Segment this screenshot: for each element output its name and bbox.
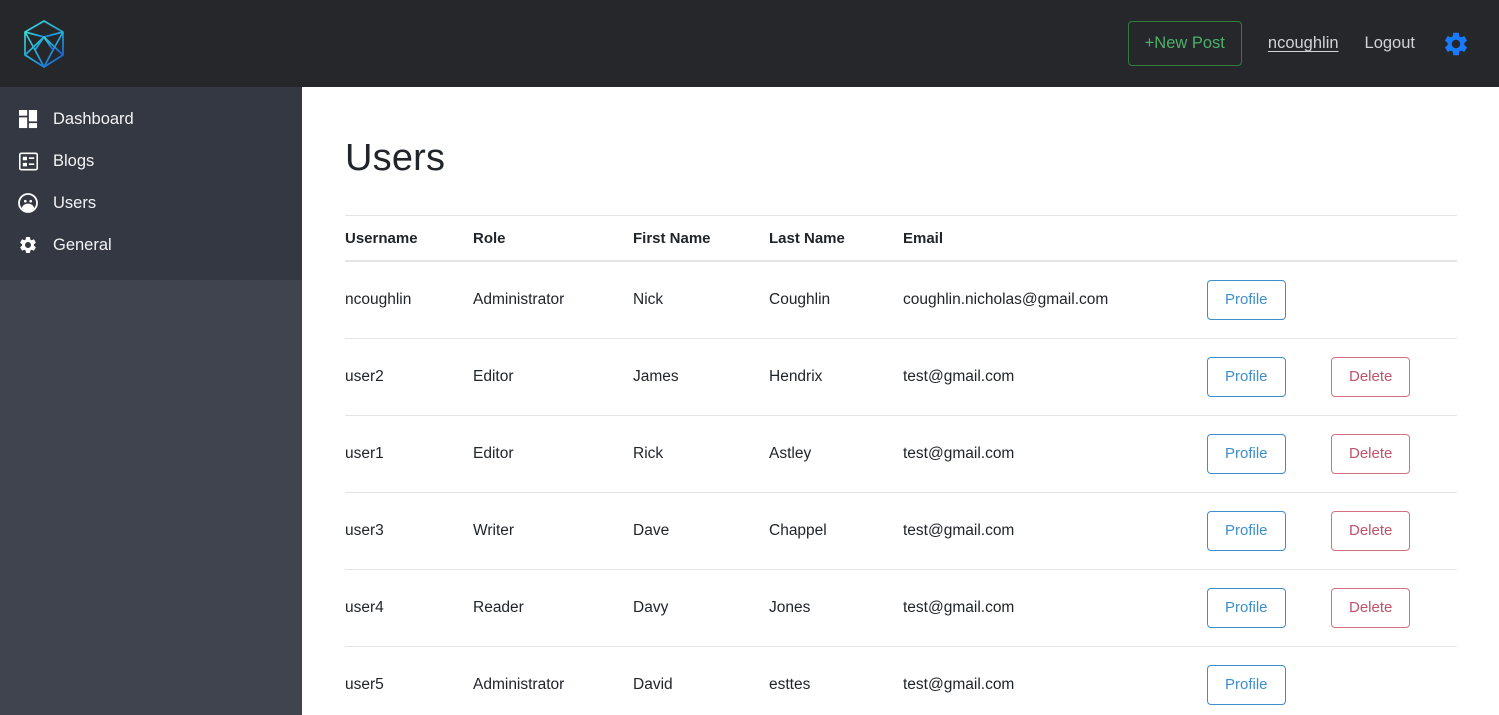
cell-first-name: David (633, 676, 673, 693)
cell-role: Editor (473, 338, 633, 416)
gear-icon (1445, 32, 1467, 55)
profile-button[interactable]: Profile (1207, 357, 1286, 397)
cell-first-name: Nick (633, 261, 769, 339)
logout-link[interactable]: Logout (1365, 34, 1415, 53)
sidebar: Dashboard Blogs Users General (0, 87, 302, 715)
sidebar-item-users[interactable]: Users (0, 182, 302, 224)
cell-username: user4 (345, 569, 473, 647)
cell-delete-action: Delete (1331, 415, 1457, 493)
sidebar-nav-list: Dashboard Blogs Users General (0, 87, 302, 280)
cell-role: Administrator (473, 261, 633, 339)
cell-last-name: Jones (769, 569, 903, 647)
cell-first-name: Dave (633, 492, 769, 570)
cell-email: test@gmail.com (903, 492, 1207, 570)
users-table-container: Username Role First Name Last Name Email… (345, 215, 1457, 715)
sidebar-item-label: Users (53, 193, 97, 212)
sidebar-item-general[interactable]: General (0, 224, 302, 266)
column-header-role: Role (473, 215, 633, 262)
cell-last-name: Chappel (769, 492, 903, 570)
delete-button[interactable]: Delete (1331, 588, 1411, 628)
column-header-actions-2 (1331, 215, 1457, 262)
sidebar-item-label: General (53, 235, 112, 254)
profile-button[interactable]: Profile (1207, 665, 1286, 705)
dashboard-grid-icon (17, 108, 39, 130)
cell-profile-action: Profile (1207, 492, 1331, 570)
table-row: ncoughlin Administrator Nick Coughlin coughl… (345, 261, 1457, 339)
cell-email: test@gmail.com (903, 676, 1015, 693)
sidebar-item-label: Dashboard (53, 109, 134, 128)
cell-last-name: Hendrix (769, 338, 903, 416)
table-row: user5 Administrator David esttes test@gmail.… (345, 647, 1457, 715)
cell-username: user2 (345, 338, 473, 416)
users-table-head: Username Role First Name Last Name Email (345, 215, 1457, 262)
cell-profile-action: Profile (1207, 569, 1331, 647)
new-post-button[interactable]: +New Post (1127, 20, 1242, 67)
cell-email: test@gmail.com (903, 338, 1207, 416)
cell-delete-action: Delete (1331, 492, 1457, 570)
table-row: user1 Editor Rick Astley test@gmail.com Profi… (345, 415, 1457, 493)
account-username-link[interactable]: ncoughlin (1268, 34, 1339, 53)
cell-role: Reader (473, 569, 633, 647)
user-circle-icon (17, 192, 39, 214)
column-header-actions-1 (1207, 215, 1331, 262)
profile-button[interactable]: Profile (1207, 588, 1286, 628)
cell-first-name: Rick (633, 415, 769, 493)
column-header-email: Email (903, 215, 1207, 262)
list-blog-icon (17, 150, 39, 172)
table-row: user3 Writer Dave Chappel test@gmail.com Prof… (345, 492, 1457, 570)
cell-username: user5 (345, 676, 384, 693)
column-header-username: Username (345, 215, 473, 262)
cell-last-name: Coughlin (769, 261, 903, 339)
cell-delete-action: Delete (1331, 338, 1457, 416)
top-header-bar: +New Post ncoughlin Logout (0, 0, 1499, 87)
cell-email: test@gmail.com (903, 569, 1207, 647)
sidebar-item-label: Blogs (53, 151, 95, 170)
table-header-row: Username Role First Name Last Name Email (345, 215, 1457, 262)
cell-delete-action (1331, 261, 1457, 339)
gear-icon (17, 234, 39, 256)
profile-button[interactable]: Profile (1207, 280, 1286, 320)
cell-delete-action: Delete (1331, 569, 1457, 647)
admin-app-window: +New Post ncoughlin Logout Dashboard Blo… (0, 0, 1499, 715)
settings-button[interactable] (1441, 29, 1471, 59)
cell-email: test@gmail.com (903, 415, 1207, 493)
delete-button[interactable]: Delete (1331, 357, 1411, 397)
cell-username: user3 (345, 492, 473, 570)
cell-role: Writer (473, 492, 633, 570)
main-content: Users Username Role First Name Last Name… (302, 87, 1499, 715)
delete-button[interactable]: Delete (1331, 434, 1411, 474)
header-nav: +New Post ncoughlin Logout (1127, 20, 1499, 67)
cell-profile-action: Profile (1207, 647, 1331, 715)
users-table: Username Role First Name Last Name Email… (345, 215, 1457, 715)
users-table-body: ncoughlin Administrator Nick Coughlin coughl… (345, 261, 1457, 715)
table-row: user4 Reader Davy Jones test@gmail.com Profil… (345, 569, 1457, 647)
polyhedron-logo-icon (23, 19, 64, 68)
cell-username: user1 (345, 415, 473, 493)
cell-username: ncoughlin (345, 261, 473, 339)
table-row: user2 Editor James Hendrix test@gmail.com Pro… (345, 338, 1457, 416)
profile-button[interactable]: Profile (1207, 434, 1286, 474)
cell-first-name: Davy (633, 569, 769, 647)
cell-last-name: Astley (769, 415, 903, 493)
cell-profile-action: Profile (1207, 261, 1331, 339)
cell-role: Editor (473, 415, 633, 493)
delete-button[interactable]: Delete (1331, 511, 1411, 551)
cell-last-name: esttes (769, 676, 811, 693)
cell-role: Administrator (473, 676, 565, 693)
cell-first-name: James (633, 338, 769, 416)
profile-button[interactable]: Profile (1207, 511, 1286, 551)
cell-profile-action: Profile (1207, 338, 1331, 416)
cell-profile-action: Profile (1207, 415, 1331, 493)
cell-email: coughlin.nicholas@gmail.com (903, 261, 1207, 339)
page-title: Users (345, 137, 446, 179)
column-header-last-name: Last Name (769, 215, 903, 262)
brand-logo[interactable] (0, 17, 87, 71)
sidebar-item-dashboard[interactable]: Dashboard (0, 98, 302, 140)
column-header-first-name: First Name (633, 215, 769, 262)
sidebar-item-blogs[interactable]: Blogs (0, 140, 302, 182)
cell-delete-action (1331, 647, 1457, 715)
